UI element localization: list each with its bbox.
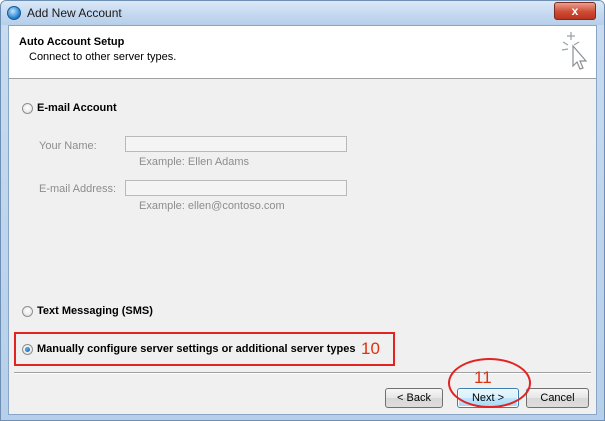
close-button[interactable]: x xyxy=(554,2,596,20)
email-address-input xyxy=(125,180,347,196)
step-11-highlight xyxy=(448,358,531,408)
email-account-radio[interactable] xyxy=(22,102,33,114)
header-subtitle: Connect to other server types. xyxy=(29,51,177,63)
window-title: Add New Account xyxy=(27,6,122,20)
text-messaging-label: Text Messaging (SMS) xyxy=(37,305,153,317)
step-10-highlight xyxy=(14,332,395,366)
back-button[interactable]: < Back xyxy=(385,388,443,408)
sparkle-cursor-icon xyxy=(561,32,588,70)
outlook-app-icon xyxy=(7,6,21,20)
email-account-label: E-mail Account xyxy=(37,102,117,114)
your-name-example: Example: Ellen Adams xyxy=(139,156,250,168)
cancel-button[interactable]: Cancel xyxy=(526,388,589,408)
title-bar: Add New Account x xyxy=(1,1,604,25)
your-name-label: Your Name: xyxy=(39,140,97,152)
wizard-header: Auto Account Setup Connect to other serv… xyxy=(9,26,596,79)
add-new-account-window: Add New Account x Auto Account Setup Con… xyxy=(0,0,605,421)
your-name-input xyxy=(125,136,347,152)
dialog-client-area: Auto Account Setup Connect to other serv… xyxy=(8,25,597,415)
header-title: Auto Account Setup xyxy=(19,36,125,48)
email-account-option[interactable]: E-mail Account xyxy=(22,102,117,114)
wizard-body: E-mail Account Your Name: Example: Ellen… xyxy=(9,79,596,363)
step-10-number: 10 xyxy=(361,339,380,358)
text-messaging-radio[interactable] xyxy=(22,305,33,317)
email-address-label: E-mail Address: xyxy=(39,183,117,195)
text-messaging-option[interactable]: Text Messaging (SMS) xyxy=(22,305,153,317)
email-address-example: Example: ellen@contoso.com xyxy=(139,200,285,212)
